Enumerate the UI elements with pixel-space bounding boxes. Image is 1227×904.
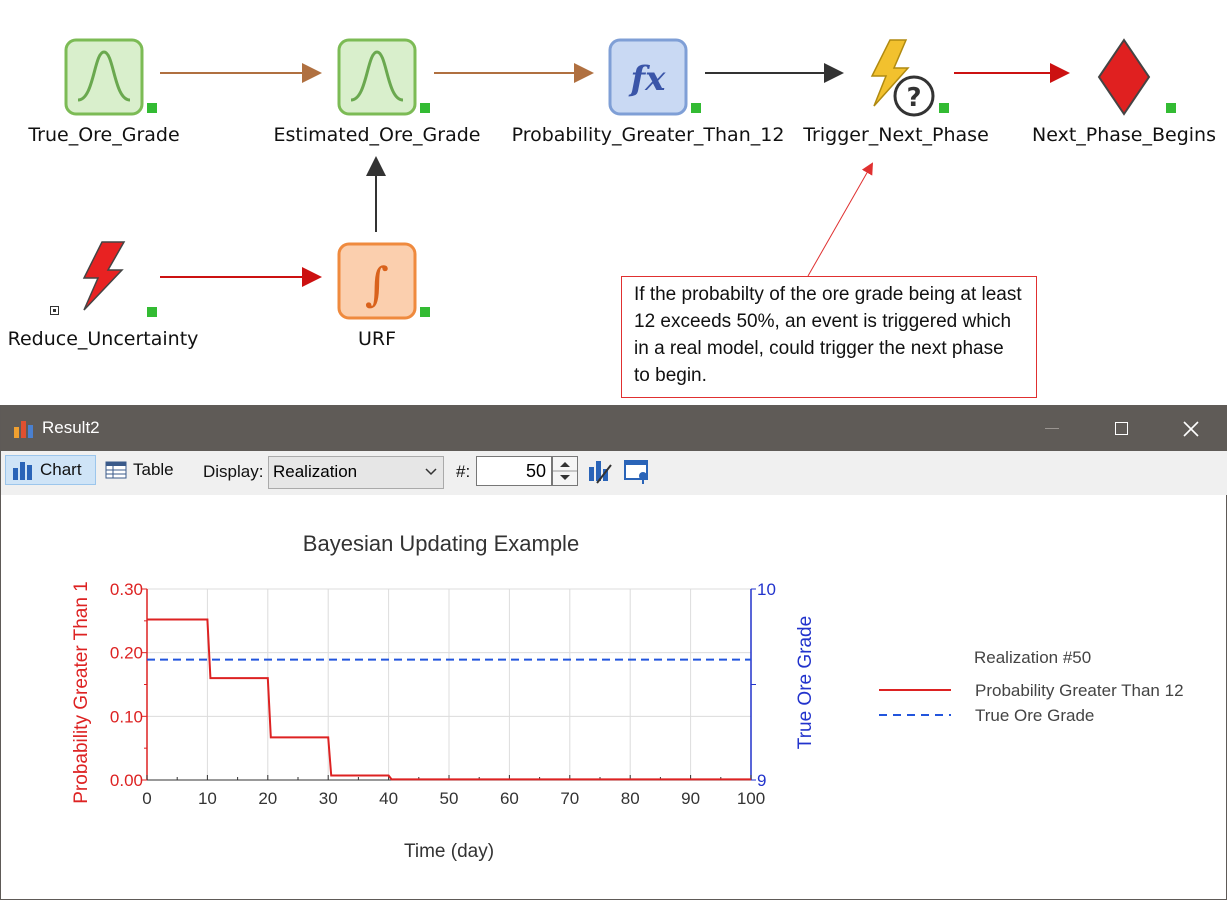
result-window: Result2 Chart Table Display: #: Realizat… xyxy=(0,405,1227,900)
y2-tick-label: 9 xyxy=(757,771,766,790)
svg-text:?: ? xyxy=(906,83,921,113)
chart-svg: 0 10 20 30 40 50 60 70 80 90 100 0.00 0.10 0.20 0.30 9 1… xyxy=(71,531,1184,862)
close-button[interactable] xyxy=(1161,405,1221,451)
status-indicator xyxy=(147,103,157,113)
y-tick-label: 0.00 xyxy=(110,771,143,790)
y-tick-label: 0.10 xyxy=(110,707,143,726)
small-box-icon xyxy=(50,306,59,315)
table-view-button[interactable]: Table xyxy=(99,455,180,485)
minimize-icon xyxy=(1045,428,1059,430)
stochastic-icon xyxy=(337,38,417,116)
window-properties-icon[interactable] xyxy=(623,457,651,485)
triggered-event-icon: ? xyxy=(870,39,935,117)
y-axis-label: Probability Greater Than 1 xyxy=(71,581,92,804)
close-icon xyxy=(1183,421,1199,437)
spinner-arrows-icon xyxy=(553,462,577,480)
node-label-trigger-next-phase: Trigger_Next_Phase xyxy=(803,124,989,146)
legend-label-1: True Ore Grade xyxy=(975,706,1094,725)
model-canvas: True_Ore_Grade Estimated_Ore_Grade fx Pr… xyxy=(0,0,1227,405)
node-true-ore-grade[interactable] xyxy=(64,38,144,116)
legend-label-0: Probability Greater Than 12 xyxy=(975,681,1184,700)
y2-axis-label: True Ore Grade xyxy=(795,616,816,749)
x-tick-label: 80 xyxy=(621,789,640,808)
result-toolbar: Chart Table Display: #: xyxy=(1,451,1227,495)
stochastic-icon xyxy=(64,38,144,116)
x-tick-label: 70 xyxy=(560,789,579,808)
x-tick-label: 20 xyxy=(258,789,277,808)
x-tick-label: 0 xyxy=(142,789,151,808)
window-titlebar[interactable]: Result2 xyxy=(1,405,1227,451)
milestone-diamond-icon xyxy=(1097,38,1151,116)
node-label-true-ore-grade: True_Ore_Grade xyxy=(28,124,180,146)
svg-text:∫: ∫ xyxy=(365,257,389,311)
node-reduce-uncertainty[interactable] xyxy=(78,240,128,314)
x-tick-label: 90 xyxy=(681,789,700,808)
result-chart-icon xyxy=(14,421,33,438)
chart-style-icon[interactable] xyxy=(587,457,615,485)
chart-view-button[interactable]: Chart xyxy=(5,455,96,485)
node-label-next-phase-begins: Next_Phase_Begins xyxy=(1032,124,1216,146)
node-probability-greater-than-12[interactable]: fx xyxy=(608,38,688,116)
status-indicator xyxy=(147,307,157,317)
status-indicator xyxy=(420,103,430,113)
y-tick-label: 0.30 xyxy=(110,580,143,599)
expression-icon: fx xyxy=(608,38,688,116)
chevron-down-icon xyxy=(425,468,437,476)
x-tick-label: 100 xyxy=(737,789,765,808)
x-tick-label: 30 xyxy=(319,789,338,808)
display-label: Display: xyxy=(203,462,264,481)
status-indicator xyxy=(1166,103,1176,113)
status-indicator xyxy=(691,103,701,113)
realization-spinner[interactable] xyxy=(552,456,578,486)
maximize-button[interactable] xyxy=(1091,405,1151,451)
callout-pointer xyxy=(807,162,873,277)
event-lightning-icon xyxy=(82,241,126,311)
svg-text:fx: fx xyxy=(629,59,667,99)
y2-tick-label: 10 xyxy=(757,580,776,599)
annotation-callout: If the probabilty of the ore grade being… xyxy=(621,276,1037,398)
table-icon xyxy=(105,461,127,479)
x-tick-label: 10 xyxy=(198,789,217,808)
node-label-probability-greater-than-12: Probability_Greater_Than_12 xyxy=(511,124,785,146)
maximize-icon xyxy=(1114,422,1128,436)
bar-chart-icon xyxy=(13,462,32,480)
legend-title: Realization #50 xyxy=(974,648,1091,667)
chart-title: Bayesian Updating Example xyxy=(303,531,579,556)
x-axis-label: Time (day) xyxy=(404,841,494,862)
status-indicator xyxy=(420,307,430,317)
number-label: #: xyxy=(456,462,471,481)
x-tick-label: 40 xyxy=(379,789,398,808)
node-next-phase-begins[interactable] xyxy=(1097,38,1151,116)
node-label-estimated-ore-grade: Estimated_Ore_Grade xyxy=(273,124,481,146)
y-tick-label: 0.20 xyxy=(110,644,143,663)
minimize-button[interactable] xyxy=(1022,405,1082,451)
node-estimated-ore-grade[interactable] xyxy=(337,38,417,116)
window-title: Result2 xyxy=(42,418,100,437)
status-indicator xyxy=(939,103,949,113)
node-trigger-next-phase[interactable]: ? xyxy=(860,36,940,118)
display-dropdown-value: Realization xyxy=(273,462,358,481)
node-label-reduce-uncertainty: Reduce_Uncertainty xyxy=(7,328,199,350)
node-urf[interactable]: ∫ xyxy=(337,242,417,320)
display-dropdown[interactable]: Realization xyxy=(268,456,444,489)
table-view-label: Table xyxy=(133,460,174,479)
node-label-urf: URF xyxy=(357,328,397,350)
integrator-icon: ∫ xyxy=(337,242,417,320)
chart-view-label: Chart xyxy=(40,460,82,479)
x-tick-label: 50 xyxy=(440,789,459,808)
x-tick-label: 60 xyxy=(500,789,519,808)
realization-number-input[interactable]: 50 xyxy=(476,456,552,486)
chart-area: 0 10 20 30 40 50 60 70 80 90 100 0.00 0.10 0.20 0.30 9 1… xyxy=(1,495,1226,899)
